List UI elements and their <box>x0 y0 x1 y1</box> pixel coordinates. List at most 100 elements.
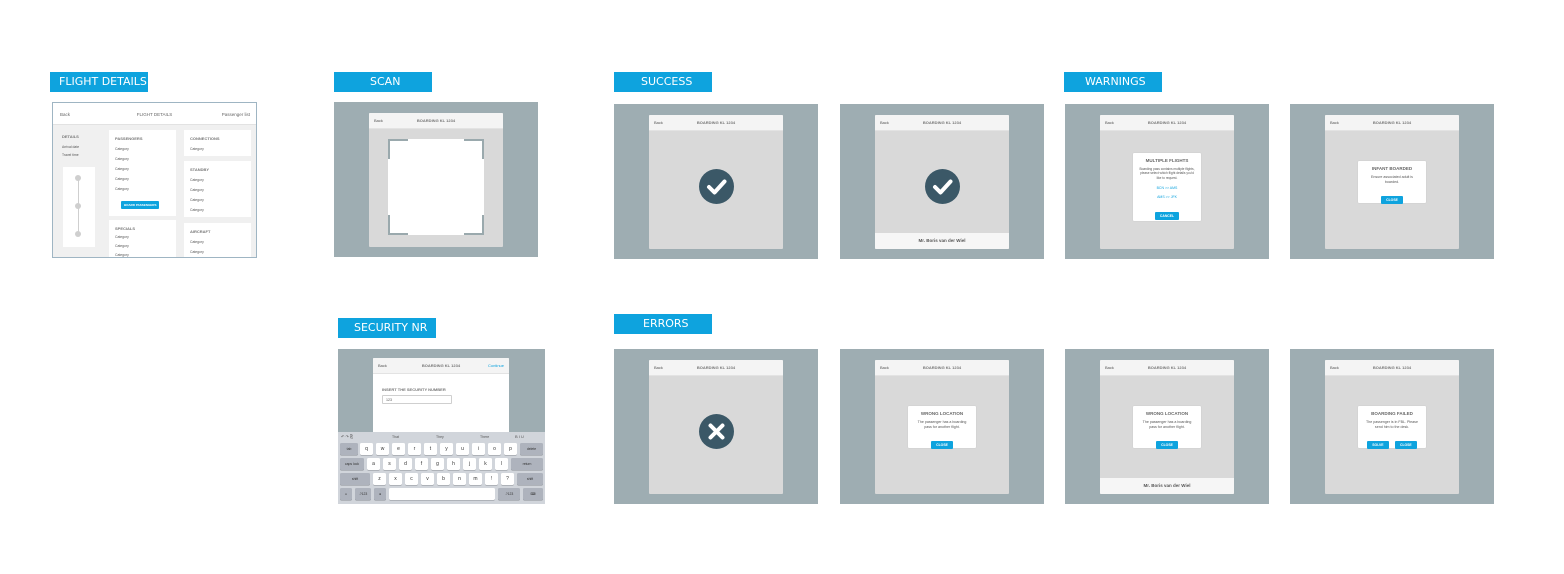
dialog-title: MULTIPLE FLIGHTS <box>1145 158 1189 163</box>
shift-key[interactable]: shift <box>517 473 543 485</box>
details-heading: DETAILS <box>62 134 79 139</box>
key[interactable]: m <box>469 473 482 485</box>
key[interactable]: o <box>488 443 501 455</box>
key[interactable]: s <box>383 458 396 470</box>
key[interactable]: l <box>495 458 508 470</box>
key[interactable]: y <box>440 443 453 455</box>
passengers-heading: PASSENGERS <box>115 136 143 141</box>
security-nr-board: Back BOARDING KL 1234 Continue INSERT TH… <box>338 349 545 504</box>
flight-option[interactable]: AMS >> JFK <box>1133 195 1201 199</box>
key[interactable]: h <box>447 458 460 470</box>
key[interactable]: n <box>453 473 466 485</box>
cancel-button[interactable]: CANCEL <box>1154 212 1180 221</box>
key[interactable]: i <box>472 443 485 455</box>
hide-keyboard-key[interactable]: ⌨ <box>523 488 543 500</box>
onscreen-keyboard: ↶ ↷ ⎘ That They There B I U tab q w e r … <box>338 432 545 504</box>
device-title: BOARDING KL 1234 <box>1372 365 1412 370</box>
close-button[interactable]: CLOSE <box>931 441 953 449</box>
key[interactable]: p <box>504 443 517 455</box>
device-header: Back BOARDING KL 1234 <box>1325 360 1459 376</box>
key[interactable]: g <box>431 458 444 470</box>
device-header: Back BOARDING KL 1234 <box>369 113 503 129</box>
key[interactable]: c <box>405 473 418 485</box>
key[interactable]: ! <box>485 473 498 485</box>
microphone-icon[interactable]: ● <box>374 488 386 500</box>
caps-lock-key[interactable]: caps lock <box>340 458 364 470</box>
key[interactable]: v <box>421 473 434 485</box>
space-bar[interactable] <box>389 488 495 500</box>
key[interactable]: q <box>360 443 373 455</box>
category-row: Category <box>190 178 204 182</box>
close-button[interactable]: CLOSE <box>1381 196 1403 204</box>
category-row: Category <box>115 157 129 161</box>
dialog-title: INFANT BOARDED <box>1371 166 1413 171</box>
key[interactable]: z <box>373 473 386 485</box>
device-title: BOARDING KL 1234 <box>1372 120 1412 125</box>
scan-viewfinder[interactable] <box>388 139 484 235</box>
category-row: Category <box>115 253 129 257</box>
key[interactable]: j <box>463 458 476 470</box>
close-button[interactable]: CLOSE <box>1156 441 1178 449</box>
security-number-input[interactable]: 123 <box>382 395 452 404</box>
category-row: Category <box>115 244 129 248</box>
suggestion[interactable]: They <box>436 435 444 439</box>
device-title: BOARDING KL 1234 <box>922 365 962 370</box>
format-icon[interactable]: B I U <box>515 434 524 439</box>
key[interactable]: k <box>479 458 492 470</box>
key[interactable]: a <box>367 458 380 470</box>
key[interactable]: ? <box>501 473 514 485</box>
key[interactable]: t <box>424 443 437 455</box>
device-header: Back BOARDING KL 1234 <box>1325 115 1459 131</box>
error-board: Back BOARDING KL 1234 <box>614 349 818 504</box>
security-number-label: INSERT THE SECURITY NUMBER <box>382 387 446 392</box>
checkmark-icon <box>925 169 960 204</box>
warning-multiple-flights-board: Back BOARDING KL 1234 MULTIPLE FLIGHTS B… <box>1065 104 1269 259</box>
passenger-list-link[interactable]: Passenger list <box>222 112 250 117</box>
key[interactable]: f <box>415 458 428 470</box>
device-header: Back BOARDING KL 1234 <box>1100 115 1234 131</box>
suggestion[interactable]: That <box>392 435 399 439</box>
undo-icon[interactable]: ↶ ↷ ⎘ <box>341 434 353 439</box>
dialog-text: Ensure associated adult is boarded. <box>1371 175 1413 184</box>
passenger-name: Mr. Boris van der Wiel <box>1100 478 1234 494</box>
key[interactable]: u <box>456 443 469 455</box>
flight-details-header: Back FLIGHT DETAILS Passenger list <box>53 103 256 125</box>
numbers-key[interactable]: .?123 <box>355 488 371 500</box>
emoji-key[interactable]: ☺ <box>340 488 352 500</box>
flight-option[interactable]: BCN >> AMS <box>1133 186 1201 190</box>
category-row: Category <box>190 250 204 254</box>
success-board: Back BOARDING KL 1234 <box>614 104 818 259</box>
specials-card: SPECIALS Category Category Category <box>109 220 176 257</box>
device-header: Back BOARDING KL 1234 <box>649 115 783 131</box>
arrival-date: Arrival date <box>62 145 80 149</box>
close-button[interactable]: CLOSE <box>1395 441 1417 449</box>
section-label-success: SUCCESS <box>614 72 712 92</box>
key[interactable]: x <box>389 473 402 485</box>
category-row: Category <box>115 167 129 171</box>
category-row: Category <box>190 208 204 212</box>
key[interactable]: e <box>392 443 405 455</box>
shift-key[interactable]: shift <box>340 473 370 485</box>
key[interactable]: w <box>376 443 389 455</box>
key[interactable]: b <box>437 473 450 485</box>
category-row: Category <box>190 198 204 202</box>
continue-link[interactable]: Continue <box>488 363 504 368</box>
device-title: BOARDING KL 1234 <box>696 365 736 370</box>
return-key[interactable]: return <box>511 458 543 470</box>
timeline-dot <box>75 231 81 237</box>
standby-heading: STANDBY <box>190 167 210 172</box>
numbers-key[interactable]: .?123 <box>498 488 520 500</box>
solve-button[interactable]: SOLVE <box>1367 441 1389 449</box>
dialog-text: The passenger is in FBL. Please send him… <box>1366 420 1418 429</box>
key[interactable]: d <box>399 458 412 470</box>
multiple-flights-dialog: MULTIPLE FLIGHTS Boarding pass contains … <box>1133 153 1201 221</box>
delete-key[interactable]: delete <box>520 443 543 455</box>
dialog-title: WRONG LOCATION <box>1145 411 1189 416</box>
tab-key[interactable]: tab <box>340 443 358 455</box>
key[interactable]: r <box>408 443 421 455</box>
suggestion[interactable]: There <box>480 435 489 439</box>
scan-board: Back BOARDING KL 1234 <box>334 102 538 257</box>
timeline-dot <box>75 175 81 181</box>
category-row: Category <box>190 147 204 151</box>
board-passengers-button[interactable]: BOARD PASSENGERS <box>121 201 160 209</box>
